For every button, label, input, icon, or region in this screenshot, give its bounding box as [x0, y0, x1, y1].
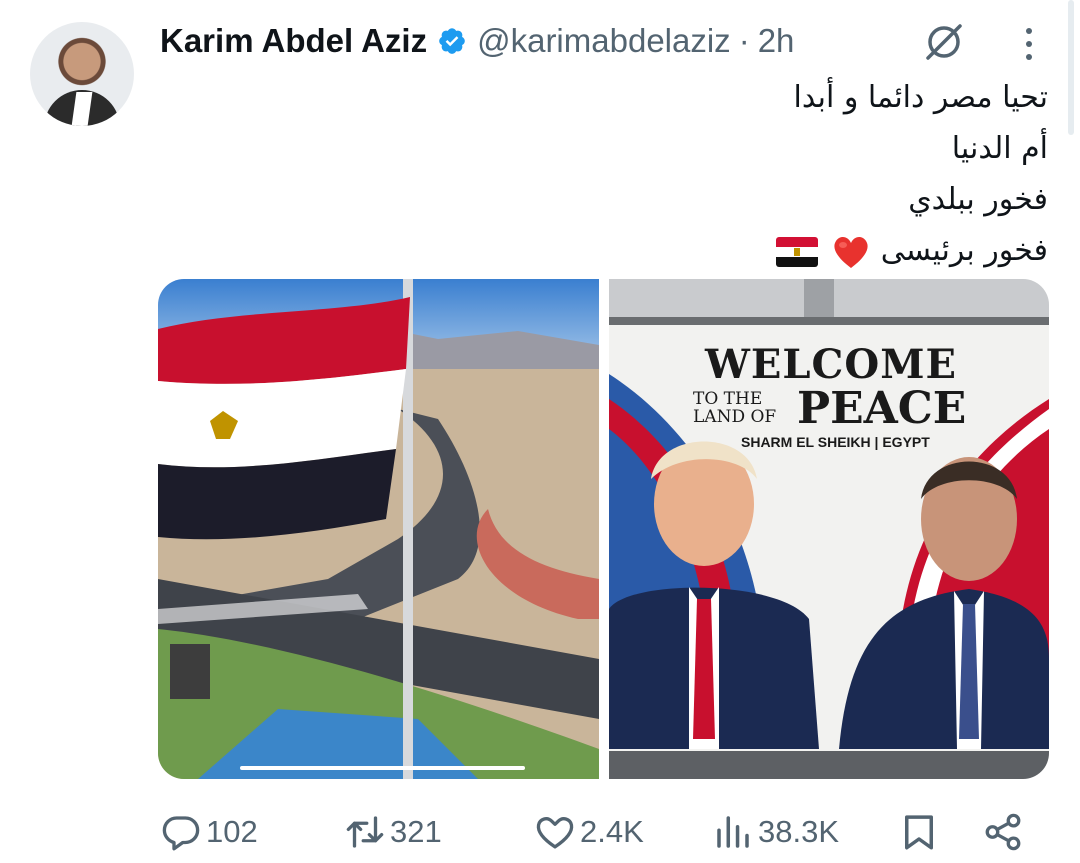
tweet-header: Karim Abdel Aziz @karimabdelaziz · 2h: [160, 20, 794, 62]
reply-button[interactable]: 102: [160, 802, 258, 862]
views-count: 38.3K: [758, 814, 840, 849]
tweet-line-4-text: فخور برئيسى: [880, 233, 1048, 268]
author-avatar[interactable]: [30, 22, 134, 126]
views-button[interactable]: 38.3K: [712, 802, 839, 862]
author-name[interactable]: Karim Abdel Aziz: [160, 22, 427, 60]
tweet-time[interactable]: 2h: [758, 22, 795, 60]
bookmark-button[interactable]: [898, 802, 944, 862]
grok-button[interactable]: [920, 18, 968, 66]
tweet-line-3: فخور ببلدي: [908, 182, 1048, 217]
views-icon: [717, 816, 749, 848]
tweet-line-2: أم الدنيا: [951, 131, 1048, 166]
tweet-action-bar: 102 321 2.4K 38.3K: [160, 802, 1030, 862]
more-vertical-icon: [1026, 28, 1032, 34]
header-separator: ·: [738, 22, 750, 59]
bookmark-icon: [905, 815, 933, 850]
billboard-welcome-text: WELCOME: [705, 341, 957, 388]
like-count: 2.4K: [580, 814, 644, 849]
share-button[interactable]: [982, 802, 1028, 862]
egypt-flag-emoji: [775, 236, 818, 267]
billboard-to-the-text: TO THE: [693, 389, 763, 409]
reply-icon: [162, 816, 200, 851]
tweet-line-1: تحيا مصر دائما و أبدا: [793, 80, 1048, 115]
scrollbar-edge: [1068, 0, 1074, 135]
flag-photo-illustration: [158, 279, 599, 779]
like-button[interactable]: 2.4K: [534, 802, 644, 862]
author-handle[interactable]: @karimabdelaziz: [477, 22, 731, 60]
media-photo-flag[interactable]: [158, 279, 599, 779]
more-options-button[interactable]: [1014, 24, 1044, 64]
media-photo-billboard[interactable]: WELCOME TO THE LAND OF PEACE SHARM EL SH…: [609, 279, 1049, 779]
more-dot: [1026, 54, 1032, 60]
more-dot: [1026, 41, 1032, 47]
tweet-text: تحيا مصر دائما و أبدا أم الدنيا فخور ببل…: [348, 72, 1048, 276]
tweet-media[interactable]: WELCOME TO THE LAND OF PEACE SHARM EL SH…: [158, 279, 1049, 779]
grok-icon: [926, 24, 962, 60]
tweet-line-4: فخور برئيسى: [348, 225, 1048, 276]
billboard-peace-text: PEACE: [797, 383, 967, 434]
share-icon: [985, 813, 1021, 851]
verified-badge-icon: [439, 28, 465, 54]
heart-emoji: [834, 236, 868, 268]
billboard-land-of-text: LAND OF: [693, 407, 777, 427]
reply-count: 102: [206, 814, 258, 849]
retweet-icon: [346, 816, 384, 848]
retweet-button[interactable]: 321: [344, 802, 442, 862]
retweet-count: 321: [390, 814, 442, 849]
media-carousel-indicator: [240, 766, 525, 770]
heart-icon: [536, 817, 574, 849]
billboard-location-text: SHARM EL SHEIKH | EGYPT: [741, 434, 930, 450]
